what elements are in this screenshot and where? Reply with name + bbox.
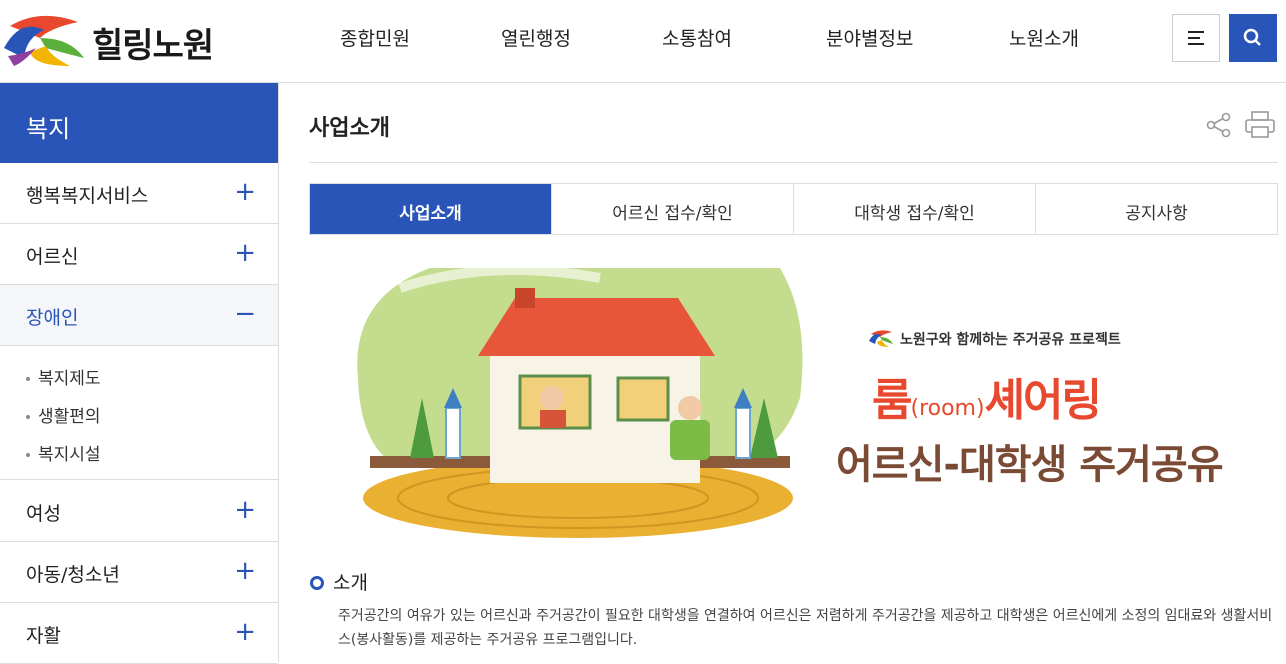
sidebar-item-women[interactable]: 여성 + xyxy=(0,481,278,542)
sidebar-item-happy-welfare[interactable]: 행복복지서비스 + xyxy=(0,163,278,224)
print-icon[interactable] xyxy=(1244,110,1276,140)
menu-button[interactable] xyxy=(1172,14,1220,62)
sidebar-item-label: 자활 xyxy=(26,625,61,647)
plus-icon: + xyxy=(234,495,256,525)
share-icon[interactable] xyxy=(1204,110,1234,140)
sidebar-item-children[interactable]: 아동/청소년 + xyxy=(0,542,278,603)
page-title: 사업소개 xyxy=(309,116,390,141)
tab-student-application[interactable]: 대학생 접수/확인 xyxy=(793,184,1035,234)
search-icon xyxy=(1243,28,1261,46)
plus-icon: + xyxy=(234,617,256,647)
sidebar-item-label: 여성 xyxy=(26,503,61,525)
nav-item-about[interactable]: 노원소개 xyxy=(1009,24,1079,51)
sidebar-item-seniors[interactable]: 어르신 + xyxy=(0,224,278,285)
tab-notice[interactable]: 공지사항 xyxy=(1035,184,1277,234)
sidebar-item-label: 아동/청소년 xyxy=(26,564,120,586)
sidebar-item-label: 장애인 xyxy=(26,307,79,329)
sidebar-title: 복지 xyxy=(0,83,278,163)
house-illustration xyxy=(357,265,803,538)
submenu-item-facilities[interactable]: 복지시설 xyxy=(26,440,101,465)
title-divider xyxy=(309,162,1278,163)
search-button[interactable] xyxy=(1229,14,1277,62)
tab-business-intro[interactable]: 사업소개 xyxy=(310,184,551,234)
sidebar-item-disabled[interactable]: 장애인 − xyxy=(0,285,278,346)
banner-main-title: 룸(room)셰어링 xyxy=(872,375,1102,426)
page-tools xyxy=(1204,110,1278,140)
content-tabs: 사업소개 어르신 접수/확인 대학생 접수/확인 공지사항 xyxy=(309,183,1278,235)
main-nav: 종합민원 열린행정 소통참여 분야별정보 노원소개 xyxy=(0,24,1286,54)
nav-item-info[interactable]: 분야별정보 xyxy=(826,24,913,51)
submenu-item-welfare-system[interactable]: 복지제도 xyxy=(26,364,101,389)
sidebar-item-self-support[interactable]: 자활 + xyxy=(0,603,278,664)
hamburger-icon xyxy=(1188,31,1204,45)
banner-subtitle: 노원구와 함께하는 주거공유 프로젝트 xyxy=(868,328,1121,349)
sidebar-submenu: 복지제도 생활편의 복지시설 xyxy=(0,346,278,480)
tab-senior-application[interactable]: 어르신 접수/확인 xyxy=(551,184,793,234)
nav-item-participation[interactable]: 소통참여 xyxy=(662,24,732,51)
plus-icon: + xyxy=(234,177,256,207)
sidebar: 복지 행복복지서비스 + 어르신 + 장애인 − 복지제도 생활편의 복지시설 … xyxy=(0,83,279,664)
plus-icon: + xyxy=(234,556,256,586)
minus-icon: − xyxy=(234,299,256,329)
nav-item-civil[interactable]: 종합민원 xyxy=(340,24,410,51)
header: 힐링노원 종합민원 열린행정 소통참여 분야별정보 노원소개 xyxy=(0,0,1286,83)
nav-item-admin[interactable]: 열린행정 xyxy=(501,24,571,51)
banner-illustration xyxy=(340,258,1260,543)
sidebar-item-label: 어르신 xyxy=(26,246,79,268)
logo-star-icon xyxy=(869,330,893,347)
section-title: 소개 xyxy=(310,568,368,595)
submenu-item-convenience[interactable]: 생활편의 xyxy=(26,402,101,427)
circle-bullet-icon xyxy=(310,576,324,590)
sidebar-item-label: 행복복지서비스 xyxy=(26,185,149,207)
banner-tagline: 어르신-대학생 주거공유 xyxy=(836,442,1224,488)
plus-icon: + xyxy=(234,238,256,268)
section-body: 주거공간의 여유가 있는 어르신과 주거공간이 필요한 대학생을 연결하여 어르… xyxy=(338,608,1273,648)
